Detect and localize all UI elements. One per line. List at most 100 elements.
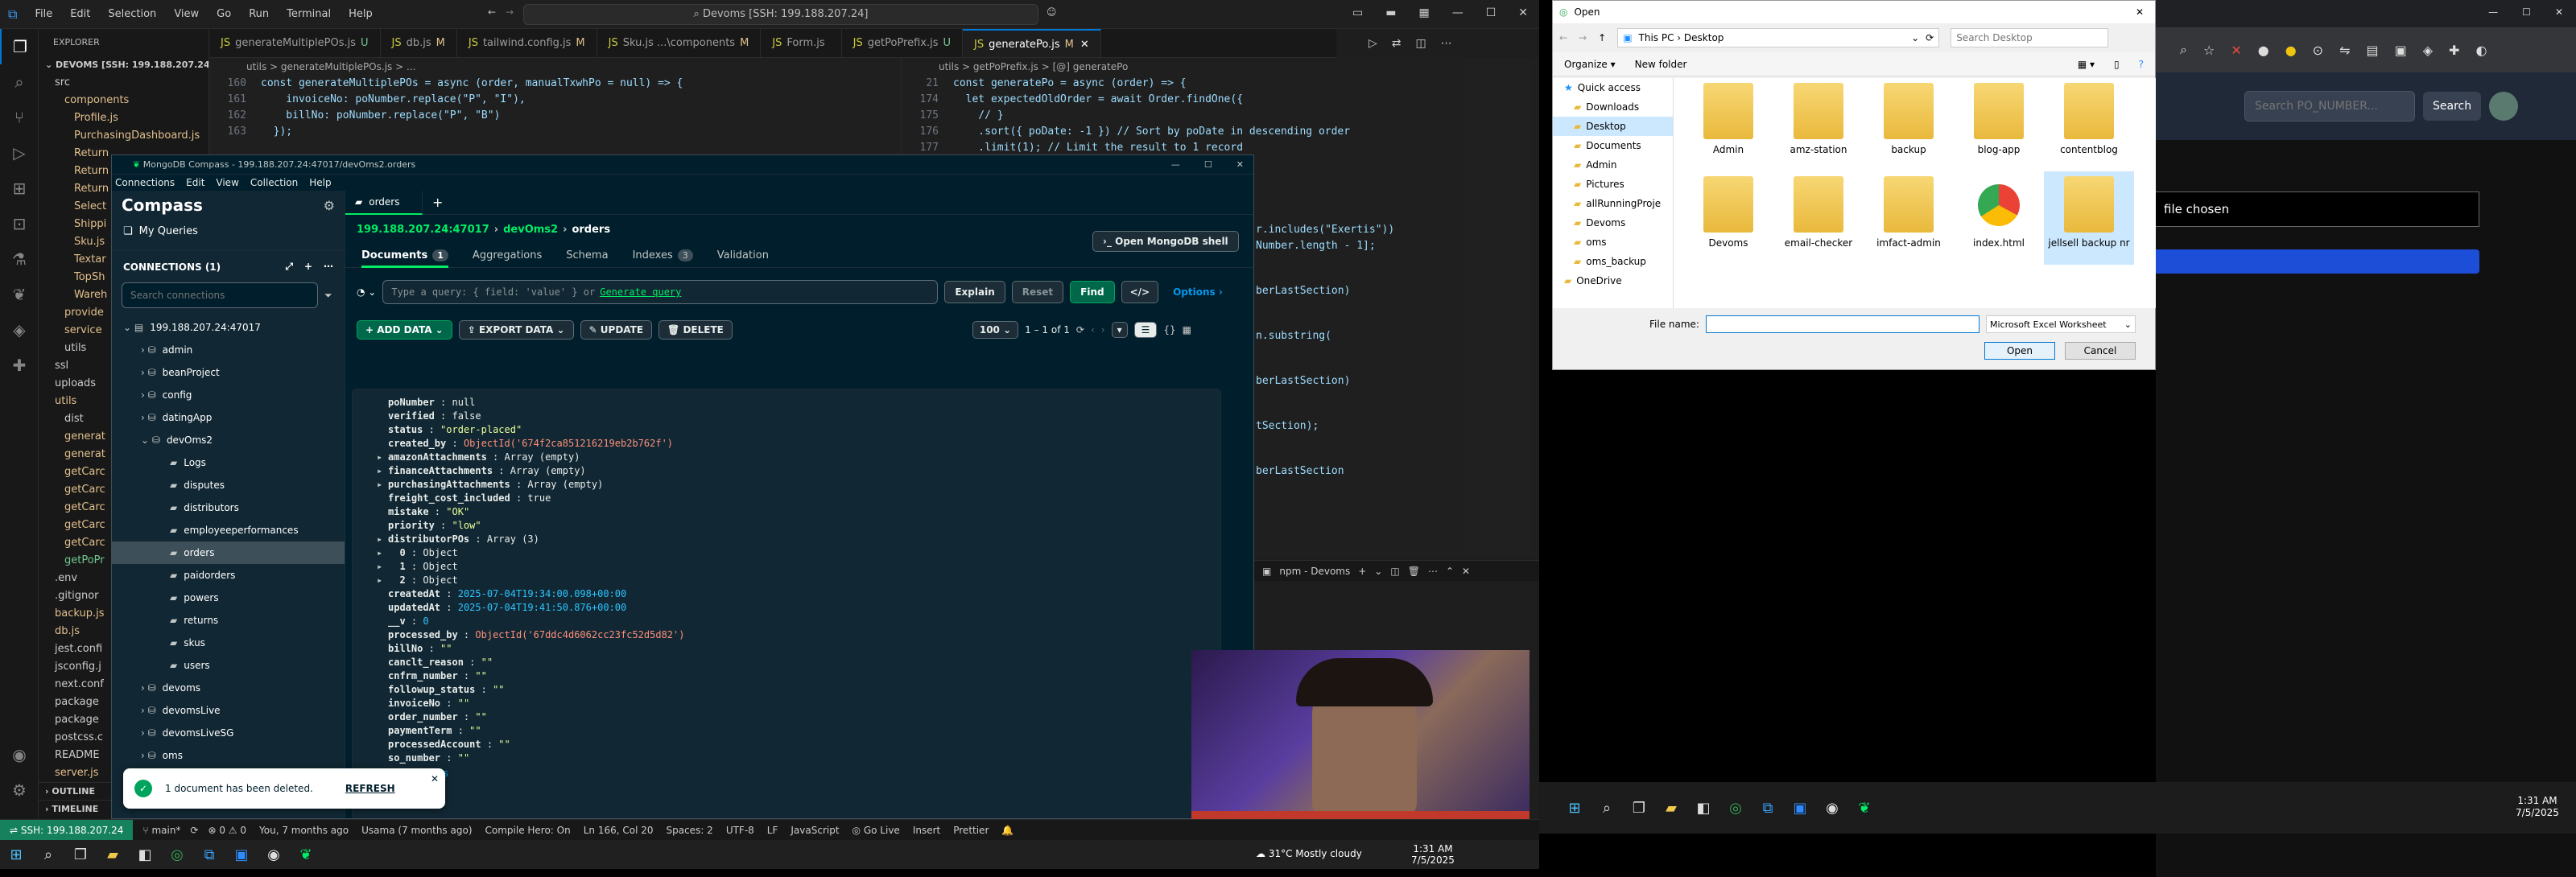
menu-item[interactable]: File [27, 5, 60, 23]
expand-icon[interactable]: ▸ [377, 464, 388, 478]
compass-tab[interactable]: Validation [717, 244, 769, 268]
open-button[interactable]: Open [1984, 342, 2055, 360]
breadcrumb-host[interactable]: 199.188.207.24:47017 [357, 224, 489, 236]
collection-item[interactable]: ▰ users [112, 654, 345, 677]
nav-item[interactable]: ▰ oms [1553, 233, 1673, 252]
database-item[interactable]: › ⛁ oms [112, 744, 345, 767]
database-item[interactable]: › ⛁ beanProject [112, 361, 345, 384]
database-item[interactable]: › ⛁ datingApp [112, 406, 345, 429]
vscode-taskbar-icon[interactable]: ⧉ [193, 842, 225, 867]
collection-item[interactable]: ▰ disputes [112, 474, 345, 496]
tree-item[interactable]: components [39, 92, 208, 109]
compass-taskbar-icon[interactable]: ❦ [1848, 795, 1880, 821]
remote-explorer-icon[interactable]: ⊡ [0, 206, 39, 241]
compass-menu-item[interactable]: Connections [115, 175, 175, 191]
compass-tab[interactable]: Indexes 3 [633, 244, 693, 268]
search-desktop-input[interactable] [1951, 28, 2109, 47]
zoom-icon[interactable]: ▣ [225, 842, 258, 867]
chevron-down-icon[interactable]: ⌄ [1911, 32, 1919, 43]
file-explorer-icon[interactable]: ▰ [97, 842, 129, 867]
my-queries-item[interactable]: ❏ My Queries [112, 220, 345, 242]
nav-item[interactable]: ▰ Devoms [1553, 213, 1673, 233]
expand-icon[interactable]: ▸ [377, 574, 388, 587]
app-icon[interactable]: ◉ [258, 842, 290, 867]
export-data-button[interactable]: ⇪ EXPORT DATA ⌄ [458, 320, 574, 340]
file-item[interactable]: imfact-admin [1864, 171, 1954, 265]
ext-icon[interactable]: ● [2285, 43, 2297, 58]
address-bar[interactable]: ▣ This PC › Desktop ⌄ ⟳ [1617, 28, 1940, 47]
update-button[interactable]: ✎ UPDATE [580, 320, 653, 340]
menu-item[interactable]: Edit [62, 5, 98, 23]
explain-button[interactable]: Explain [944, 281, 1005, 303]
compass-menu-item[interactable]: Edit [186, 175, 204, 191]
back-icon[interactable]: ← [1559, 32, 1567, 43]
nav-item[interactable]: ▰ OneDrive [1553, 271, 1673, 290]
expand-icon[interactable]: ▸ [377, 546, 388, 560]
find-button[interactable]: Find [1070, 281, 1115, 303]
file-item[interactable]: email-checker [1773, 171, 1864, 265]
ext-icon[interactable]: ⊙ [2313, 43, 2323, 58]
page-size-select[interactable]: 100 ⌄ [972, 321, 1019, 339]
compass-tab[interactable]: Documents 1 [361, 244, 448, 268]
collection-item[interactable]: ▰ distributors [112, 496, 345, 519]
menu-item[interactable]: Help [341, 5, 381, 23]
open-shell-button[interactable]: ›_ Open MongoDB shell [1092, 231, 1239, 252]
add-data-button[interactable]: + ADD DATA ⌄ [357, 320, 452, 340]
collapse-icon[interactable]: ⤢ [285, 261, 293, 273]
settings-gear-icon[interactable]: ⚙ [324, 198, 335, 213]
toast-close-icon[interactable]: ✕ [431, 773, 439, 784]
zoom-icon[interactable]: ⌕ [2180, 42, 2187, 58]
menu-item[interactable]: Terminal [279, 5, 339, 23]
maximize-icon[interactable]: ☐ [1486, 6, 1496, 19]
collection-item[interactable]: ▰ employeeperformances [112, 519, 345, 541]
encoding[interactable]: UTF-8 [726, 825, 754, 836]
options-toggle[interactable]: Options › [1173, 286, 1223, 298]
maximize-icon[interactable]: ☐ [1204, 155, 1212, 175]
refresh-icon[interactable]: ⟳ [1926, 32, 1934, 43]
extensions-puzzle-icon[interactable]: ✚ [2449, 43, 2459, 58]
menu-item[interactable]: Selection [100, 5, 164, 23]
generate-query-link[interactable]: Generate query [600, 286, 681, 298]
path-segment[interactable]: Desktop [1684, 32, 1724, 43]
git-blame[interactable]: You, 7 months ago [259, 825, 349, 836]
compass-tab[interactable]: Schema [566, 244, 608, 268]
cursor-position[interactable]: Ln 166, Col 20 [584, 825, 654, 836]
run-debug-icon[interactable]: ▷ [0, 135, 39, 171]
prettier-status[interactable]: Prettier [953, 825, 989, 836]
help-icon[interactable]: ? [2139, 59, 2144, 70]
nav-back-icon[interactable]: ← [488, 6, 496, 18]
close-icon[interactable]: ✕ [2555, 6, 2563, 18]
search-icon[interactable]: ⌕ [0, 64, 39, 100]
copilot-icon[interactable]: ☺ [1046, 6, 1057, 18]
collection-item[interactable]: ▰ returns [112, 609, 345, 632]
gear-icon[interactable]: ⚙ [0, 772, 39, 808]
search-button[interactable]: Search [2423, 92, 2482, 121]
avatar[interactable] [2489, 92, 2519, 121]
collection-item[interactable]: ▰ paidorders [112, 564, 345, 587]
more-icon[interactable]: ⋯ [324, 261, 333, 273]
database-item[interactable]: › ⛁ devoms [112, 677, 345, 699]
query-history-icon[interactable]: ◔ ⌄ [357, 286, 376, 298]
query-input[interactable]: Type a query: { field: 'value' } or Gene… [382, 280, 939, 304]
nav-item[interactable]: ★ Quick access [1553, 78, 1673, 97]
breadcrumb-db[interactable]: devOms2 [503, 224, 558, 236]
nav-item[interactable]: ▰ allRunningProje [1553, 194, 1673, 213]
maximize-icon[interactable]: ☐ [2522, 6, 2531, 18]
collection-item[interactable]: ▰ orders [112, 541, 345, 564]
layout-panel-icon[interactable]: ▬ [1385, 6, 1396, 19]
minimize-icon[interactable]: — [1171, 155, 1180, 175]
mongodb-icon[interactable]: ❦ [0, 277, 39, 312]
compare-icon[interactable]: ⇄ [1392, 37, 1402, 50]
expand-icon[interactable]: ▸ [377, 451, 388, 464]
remote-indicator[interactable]: ⇌ SSH: 199.188.207.24 [0, 819, 134, 841]
minimap[interactable] [1465, 58, 1530, 557]
testing-icon[interactable]: ⚗ [0, 241, 39, 277]
source-control-icon[interactable]: ⑂ [0, 100, 39, 135]
file-item[interactable]: contentblog [2044, 78, 2134, 171]
toast-refresh-link[interactable]: REFRESH [345, 783, 395, 794]
database-item[interactable]: › ⛁ admin [112, 339, 345, 361]
eol[interactable]: LF [767, 825, 778, 836]
taskbar-search-icon[interactable]: ⌕ [32, 842, 64, 867]
bookmark-star-icon[interactable]: ☆ [2203, 43, 2215, 58]
ext-icon[interactable]: ▤ [2366, 43, 2378, 58]
